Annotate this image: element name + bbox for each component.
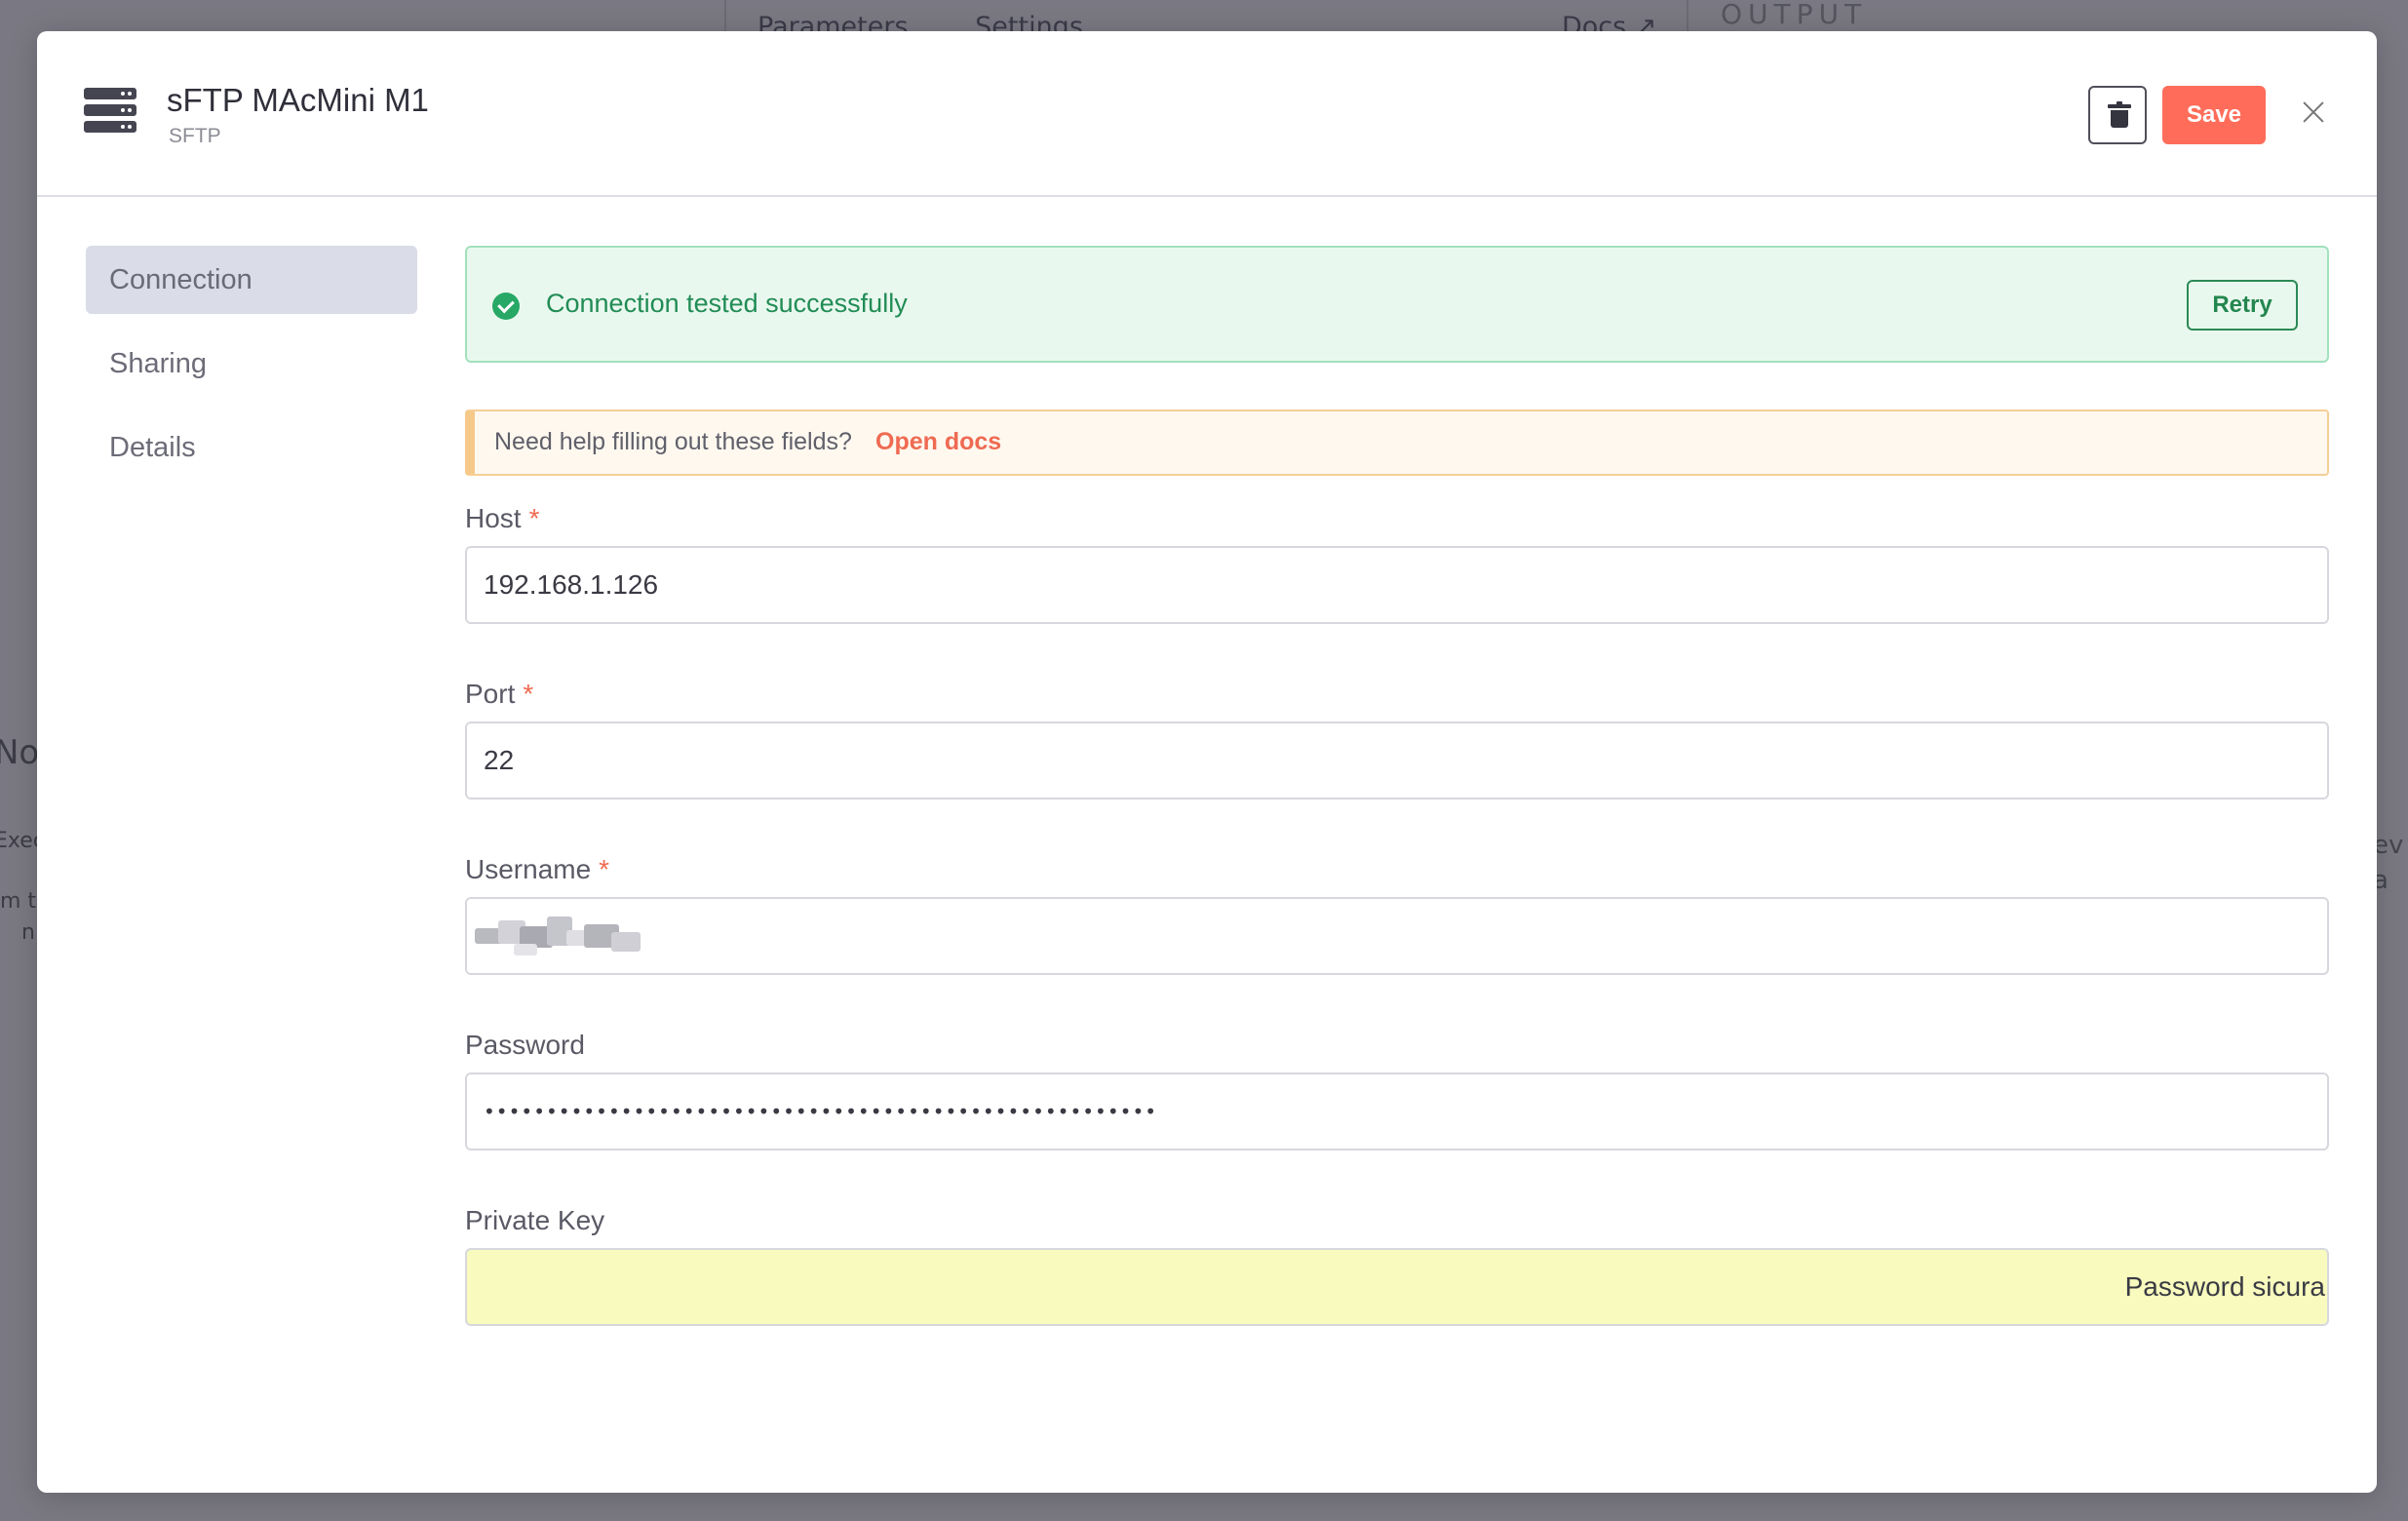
background-output-label: OUTPUT bbox=[1721, 0, 1868, 30]
modal-subtitle: SFTP bbox=[169, 125, 221, 147]
background-fragment: No bbox=[0, 733, 40, 772]
required-marker: * bbox=[599, 854, 610, 884]
private-key-input[interactable] bbox=[465, 1248, 2329, 1326]
port-label: Port * bbox=[465, 679, 534, 709]
host-field: Host * bbox=[465, 476, 2329, 624]
save-button[interactable]: Save bbox=[2162, 86, 2266, 144]
credential-modal: sFTP MAcMini M1 SFTP Save Connection Sha… bbox=[37, 31, 2377, 1493]
port-field: Port * bbox=[465, 651, 2329, 800]
sidebar-item-details[interactable]: Details bbox=[86, 413, 417, 482]
modal-sidebar: Connection Sharing Details bbox=[86, 246, 417, 497]
redacted-username bbox=[475, 915, 660, 957]
background-fragment: n bbox=[21, 920, 35, 945]
password-label: Password bbox=[465, 1030, 585, 1060]
success-banner: Connection tested successfully Retry bbox=[465, 246, 2329, 363]
delete-button[interactable] bbox=[2088, 86, 2147, 144]
password-field: Password bbox=[465, 1002, 2329, 1150]
modal-title: sFTP MAcMini M1 bbox=[167, 82, 429, 118]
modal-header: sFTP MAcMini M1 SFTP Save bbox=[37, 31, 2377, 197]
sidebar-item-connection[interactable]: Connection bbox=[86, 246, 417, 314]
private-key-label: Private Key bbox=[465, 1205, 605, 1235]
success-message: Connection tested successfully bbox=[546, 289, 908, 318]
server-icon bbox=[84, 88, 136, 135]
host-input[interactable] bbox=[465, 546, 2329, 624]
retry-button[interactable]: Retry bbox=[2187, 280, 2298, 331]
help-text: Need help filling out these fields? bbox=[494, 428, 852, 455]
check-circle-icon bbox=[492, 292, 520, 320]
background-fragment: ev bbox=[2373, 831, 2404, 860]
required-marker: * bbox=[523, 679, 534, 709]
trash-icon bbox=[2108, 101, 2131, 128]
connection-form: Connection tested successfully Retry Nee… bbox=[465, 246, 2329, 1326]
password-input[interactable] bbox=[465, 1072, 2329, 1150]
private-key-field: Private Key bbox=[465, 1178, 2329, 1326]
open-docs-link[interactable]: Open docs bbox=[875, 428, 1001, 456]
host-label: Host * bbox=[465, 503, 540, 533]
sidebar-item-sharing[interactable]: Sharing bbox=[86, 330, 417, 398]
required-marker: * bbox=[528, 503, 540, 533]
close-icon[interactable] bbox=[2297, 96, 2330, 129]
username-label: Username * bbox=[465, 854, 610, 884]
port-input[interactable] bbox=[465, 722, 2329, 800]
help-banner: Need help filling out these fields? Open… bbox=[465, 410, 2329, 476]
username-field: Username * bbox=[465, 827, 2329, 975]
username-input[interactable] bbox=[465, 897, 2329, 975]
